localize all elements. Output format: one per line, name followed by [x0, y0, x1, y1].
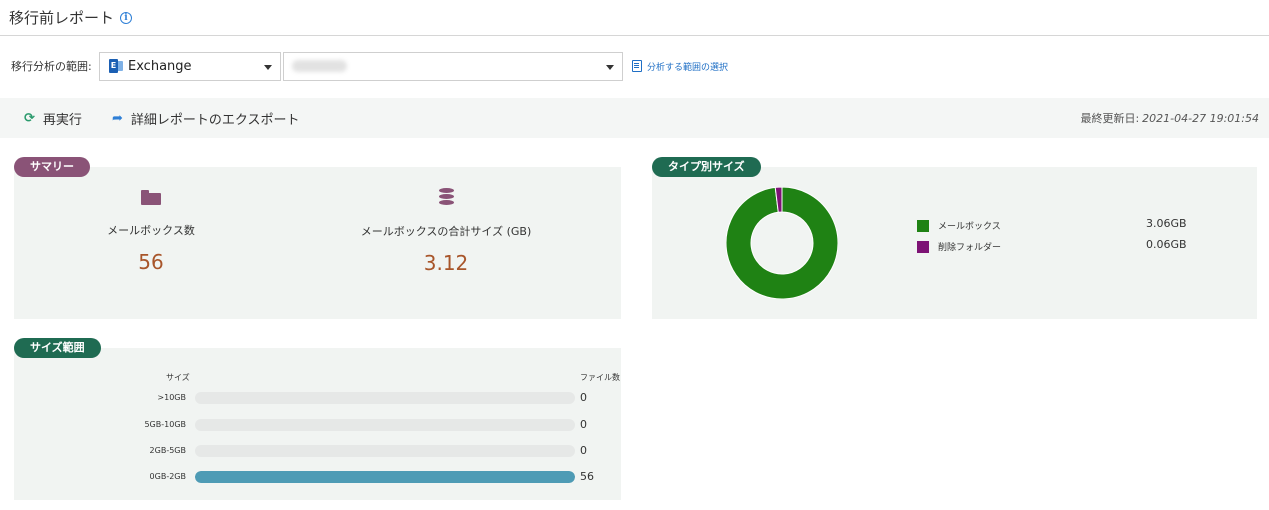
- summary-tag: サマリー: [14, 157, 90, 177]
- scope-row: 移行分析の範囲: E Exchange 分析する範囲の選択: [11, 51, 728, 81]
- type-size-tag: タイプ別サイズ: [652, 157, 761, 177]
- last-updated-label: 最終更新日:: [1080, 112, 1140, 125]
- size-range-row: 2GB-5GB 0: [14, 445, 621, 457]
- type-size-panel: メールボックス 3.06GB 削除フォルダー 0.06GB: [652, 167, 1257, 319]
- size-range-value: 0: [580, 391, 587, 404]
- export-label: 詳細レポートのエクスポート: [130, 112, 300, 128]
- count-column-header: ファイル数: [580, 373, 620, 382]
- mailbox-count-value: 56: [138, 250, 164, 274]
- size-range-bar-track: [195, 471, 575, 483]
- legend-swatch-mailbox: [917, 219, 929, 232]
- redacted-value: [292, 60, 347, 72]
- legend-label-deleted: 削除フォルダー: [938, 243, 1002, 253]
- last-updated-value: 2021-04-27 19:01:54: [1142, 111, 1259, 125]
- chevron-down-icon: [606, 64, 614, 70]
- legend-label-mailbox: メールボックス: [938, 222, 1001, 232]
- product-select[interactable]: E Exchange: [99, 51, 281, 81]
- size-range-value: 0: [580, 418, 587, 431]
- size-range-bar: [195, 471, 575, 483]
- toolbar: ⟳ 再実行 ➦ 詳細レポートのエクスポート 最終更新日: 2021-04-27 …: [0, 98, 1269, 138]
- size-range-value: 0: [580, 444, 587, 457]
- legend-swatch-deleted: [917, 240, 929, 253]
- scope-label: 移行分析の範囲:: [11, 60, 92, 73]
- size-range-tag: サイズ範囲: [14, 338, 101, 358]
- target-select[interactable]: [283, 51, 623, 81]
- legend-item-deleted: 削除フォルダー: [917, 240, 1001, 253]
- legend-value-deleted: 0.06GB: [1146, 238, 1187, 251]
- size-range-row: 5GB-10GB 0: [14, 419, 621, 431]
- last-updated: 最終更新日: 2021-04-27 19:01:54: [1080, 98, 1259, 138]
- mailbox-count-label: メールボックス数: [107, 224, 195, 237]
- size-column-header: サイズ: [166, 373, 190, 382]
- summary-panel: メールボックス数 56 メールボックスの合計サイズ (GB) 3.12: [14, 167, 621, 319]
- chevron-down-icon: [264, 64, 272, 70]
- legend-item-mailbox: メールボックス: [917, 219, 1001, 232]
- size-range-bar-track: [195, 419, 575, 431]
- mailbox-count-stat: メールボックス数 56: [51, 167, 251, 274]
- size-range-label: 2GB-5GB: [149, 446, 186, 455]
- size-range-label: 0GB-2GB: [149, 472, 186, 481]
- size-range-panel: サイズ ファイル数 >10GB 0 5GB-10GB 0 2GB-5GB 0 0GB-2GB…: [14, 348, 621, 500]
- page-title: 移行前レポート i: [9, 7, 133, 28]
- total-size-label: メールボックスの合計サイズ (GB): [360, 225, 532, 238]
- total-size-stat: メールボックスの合計サイズ (GB) 3.12: [346, 167, 546, 275]
- size-range-value: 56: [580, 470, 594, 483]
- page-title-text: 移行前レポート: [9, 9, 115, 27]
- select-scope-link[interactable]: 分析する範囲の選択: [632, 60, 728, 73]
- total-size-value: 3.12: [423, 251, 469, 275]
- exchange-icon: E: [109, 59, 123, 73]
- title-divider: [0, 35, 1269, 36]
- type-size-donut-chart: [726, 187, 838, 299]
- rerun-label: 再実行: [42, 112, 82, 128]
- share-arrow-icon: ➦: [112, 110, 123, 126]
- rerun-button[interactable]: ⟳ 再実行: [24, 98, 82, 138]
- export-report-button[interactable]: ➦ 詳細レポートのエクスポート: [112, 98, 300, 138]
- info-icon[interactable]: i: [120, 11, 133, 24]
- size-range-row: >10GB 0: [14, 392, 621, 404]
- size-range-label: >10GB: [157, 393, 186, 402]
- refresh-icon: ⟳: [24, 110, 35, 126]
- document-icon: [632, 60, 642, 72]
- size-range-bar-track: [195, 392, 575, 404]
- size-range-label: 5GB-10GB: [144, 420, 186, 429]
- database-icon: [438, 188, 454, 206]
- size-range-row: 0GB-2GB 56: [14, 471, 621, 483]
- select-scope-link-text: 分析する範囲の選択: [647, 62, 729, 73]
- size-range-bar-track: [195, 445, 575, 457]
- product-select-value: Exchange: [128, 58, 192, 74]
- legend-value-mailbox: 3.06GB: [1146, 217, 1187, 230]
- folder-icon: [141, 190, 161, 205]
